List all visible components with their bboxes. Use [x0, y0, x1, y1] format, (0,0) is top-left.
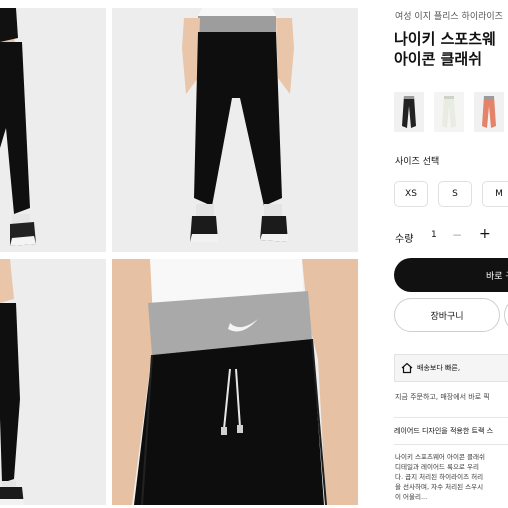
product-info-panel: 여성 이지 플리스 하이라이즈 나이키 스포츠웨 아이콘 클래쉬 사이즈 선택 …: [394, 0, 508, 508]
product-photo-side[interactable]: [0, 259, 106, 505]
size-option-m[interactable]: M: [482, 181, 508, 207]
description-line: 이 어울리...: [395, 493, 428, 501]
color-variant-black[interactable]: [394, 92, 424, 132]
product-title: 나이키 스포츠웨 아이콘 클래쉬: [394, 29, 496, 69]
color-variant-cream[interactable]: [434, 92, 464, 132]
buy-now-label: 바로 구: [486, 271, 508, 282]
quantity-label: 수량: [395, 234, 414, 245]
add-to-cart-label: 장바구니: [430, 311, 464, 322]
product-photo-back[interactable]: [112, 8, 358, 252]
size-option-s[interactable]: S: [438, 181, 472, 207]
add-to-cart-button[interactable]: 장바구니: [394, 298, 500, 332]
product-photo-waistband-detail[interactable]: [112, 259, 358, 505]
size-select-label: 사이즈 선택: [395, 157, 440, 167]
pickup-delivery-banner[interactable]: 배송보다 빠른,: [394, 354, 508, 382]
quantity-value[interactable]: 1: [431, 230, 437, 240]
pickup-delivery-text: 배송보다 빠른,: [417, 364, 461, 372]
description-heading[interactable]: 레이어드 디자인을 적용한 트랙 스: [394, 417, 508, 445]
description-body: 나이키 스포츠웨어 아이콘 클래쉬 디테일과 레이어드 룩으로 우리 다. 곱지…: [395, 452, 485, 502]
quantity-decrease-button[interactable]: −: [452, 228, 462, 242]
description-line: 나이키 스포츠웨어 아이콘 클래쉬: [395, 453, 485, 461]
description-line: 을 선사하며, 자수 처리된 스우시: [395, 483, 484, 491]
size-option-xs[interactable]: XS: [394, 181, 428, 207]
store-pickup-note: 지금 주문하고, 매장에서 바로 픽: [395, 393, 490, 401]
product-photo-back-left[interactable]: [0, 8, 106, 252]
product-title-line1: 나이키 스포츠웨: [394, 30, 496, 48]
description-line: 다. 곱지 처리된 하이라이즈 허리: [395, 473, 484, 481]
description-line: 디테일과 레이어드 룩으로 우리: [395, 463, 479, 471]
product-subtitle: 여성 이지 플리스 하이라이즈: [395, 12, 503, 22]
color-variant-coral[interactable]: [474, 92, 504, 132]
home-icon: [401, 362, 413, 374]
quantity-increase-button[interactable]: +: [479, 226, 491, 242]
product-title-line2: 아이콘 클래쉬: [394, 50, 483, 68]
wishlist-button[interactable]: [504, 298, 508, 332]
buy-now-button[interactable]: 바로 구: [394, 258, 508, 292]
